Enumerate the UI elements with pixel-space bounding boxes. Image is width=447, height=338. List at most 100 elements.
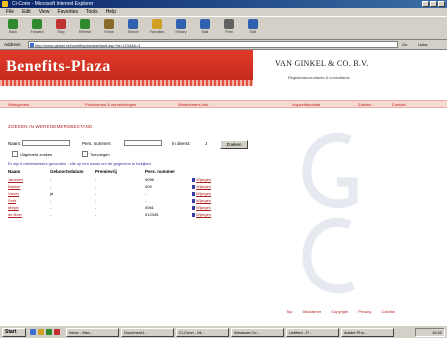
menu-view[interactable]: View xyxy=(39,8,50,16)
row-action-link[interactable]: Wijzigen xyxy=(192,212,211,217)
row-action-link[interactable]: Wijzigen xyxy=(192,191,211,196)
home-button[interactable]: Home xyxy=(100,18,118,38)
table-cell-premievrij: - xyxy=(95,191,97,196)
close-button[interactable] xyxy=(438,1,445,7)
footer-links: Top Disclaimer Copyright Privacy Colofon xyxy=(286,309,395,314)
taskbar-task[interactable]: Untitled - P... xyxy=(286,328,339,337)
menu-tools[interactable]: Tools xyxy=(86,8,98,16)
column-header-name[interactable]: Naam xyxy=(8,169,20,174)
outlook-quicklaunch-icon[interactable] xyxy=(46,329,52,335)
column-header-premievrij[interactable]: Premievrij xyxy=(95,169,117,174)
toolbar-label: Print xyxy=(225,30,233,34)
table-cell-premievrij: - xyxy=(95,184,97,189)
stop-button[interactable]: Stop xyxy=(52,18,70,38)
search-button[interactable]: Search xyxy=(124,18,142,38)
taskbar-task[interactable]: Windows Co... xyxy=(231,328,284,337)
taskbar-task[interactable]: Document1... xyxy=(121,328,174,337)
table-cell-name[interactable]: Meijer xyxy=(8,205,19,210)
menu-favorites[interactable]: Favorites xyxy=(57,8,78,16)
column-header-birth[interactable]: Geboortedatum xyxy=(50,169,84,174)
taskbar-task[interactable]: Adobe Pho... xyxy=(341,328,394,337)
toolbar-label: Refresh xyxy=(78,30,92,34)
number-label: Pers. nummer: xyxy=(82,141,112,146)
toolbar-label: Search xyxy=(127,30,139,34)
table-cell-name[interactable]: Smit xyxy=(8,198,16,203)
table-cell-number: 012345 xyxy=(145,212,159,217)
row-action-link[interactable]: Wijzigen xyxy=(192,198,211,203)
back-button[interactable]: Back xyxy=(4,18,22,38)
table-cell-birth: - xyxy=(50,205,52,210)
nav-link[interactable]: Pensioenen & verzekeringen xyxy=(85,102,136,107)
print-button[interactable]: Print xyxy=(220,18,238,38)
links-button[interactable]: Links xyxy=(418,41,427,48)
window-controls xyxy=(422,1,445,7)
table-cell-name[interactable]: Bakker xyxy=(8,184,20,189)
taskbar-task[interactable]: Ci-Conn - Mi... xyxy=(176,328,229,337)
menu-help[interactable]: Help xyxy=(106,8,116,16)
menu-edit[interactable]: Edit xyxy=(22,8,31,16)
desktop-quicklaunch-icon[interactable] xyxy=(38,329,44,335)
forward-button[interactable]: Forward xyxy=(28,18,46,38)
footer-link[interactable]: Copyright xyxy=(331,309,348,314)
edit-button[interactable]: Edit xyxy=(244,18,262,38)
search-button[interactable]: Zoeken xyxy=(220,140,248,149)
banner-pattern xyxy=(0,80,253,86)
edit-icon xyxy=(192,178,195,182)
name-input[interactable] xyxy=(22,140,70,146)
table-cell-number: 0061 xyxy=(145,205,154,210)
active-value[interactable]: J xyxy=(205,141,207,146)
nav-link[interactable]: Zoeken xyxy=(358,102,371,107)
go-button[interactable]: Go xyxy=(402,41,416,48)
nav-link[interactable]: Contact xyxy=(392,102,406,107)
address-value: http://www.ginkel.nl/benefitsplaza/defau… xyxy=(35,43,141,48)
app-quicklaunch-icon[interactable] xyxy=(54,329,60,335)
column-header-number[interactable]: Pers. nummer xyxy=(145,169,175,174)
footer-link[interactable]: Colofon xyxy=(381,309,395,314)
checkbox-icon xyxy=(82,151,88,157)
footer-link[interactable]: Top xyxy=(286,309,292,314)
footer-link[interactable]: Privacy xyxy=(358,309,371,314)
nav-link[interactable]: Inspectieportaal xyxy=(292,102,320,107)
mail-icon xyxy=(200,19,210,29)
edit-icon xyxy=(192,192,195,196)
table-cell-name[interactable]: de Boer xyxy=(8,212,22,217)
nav-link[interactable]: Werkgevers xyxy=(8,102,29,107)
ie-quicklaunch-icon[interactable] xyxy=(30,329,36,335)
taskbar-task[interactable]: Inbox - Micr... xyxy=(66,328,119,337)
address-label: Address xyxy=(4,42,21,47)
toolbar: Back Forward Stop Refresh Home Search Favorite… xyxy=(0,16,447,40)
history-button[interactable]: History xyxy=(172,18,190,38)
refresh-button[interactable]: Refresh xyxy=(76,18,94,38)
table-cell-name[interactable]: Visser xyxy=(8,191,19,196)
menu-file[interactable]: File xyxy=(6,8,14,16)
footer-link[interactable]: Disclaimer xyxy=(302,309,321,314)
maximize-button[interactable] xyxy=(430,1,437,7)
table-cell-name[interactable]: Janssen xyxy=(8,177,23,182)
results-note: Er zijn 6 medewerkers gevonden - klik op… xyxy=(8,161,151,166)
favorites-button[interactable]: Favorites xyxy=(148,18,166,38)
advanced-search-option[interactable]: Uitgebreid zoeken xyxy=(12,151,52,157)
row-action-link[interactable]: Wijzigen xyxy=(192,177,211,182)
mail-button[interactable]: Mail xyxy=(196,18,214,38)
table-cell-birth: - xyxy=(50,177,52,182)
edit-icon xyxy=(192,199,195,203)
name-label: Naam: xyxy=(8,141,22,146)
toolbar-label: History xyxy=(175,30,187,34)
window-title-bar: Ci-Conn - Microsoft Internet Explorer xyxy=(0,0,447,8)
row-action-link[interactable]: Wijzigen xyxy=(192,205,211,210)
address-bar: Address http://www.ginkel.nl/benefitspla… xyxy=(0,40,447,50)
table-cell-number: 0096 xyxy=(145,177,154,182)
nav-link[interactable]: Werknemers-info xyxy=(178,102,208,107)
favorites-icon xyxy=(152,19,162,29)
table-cell-number: 009 xyxy=(145,184,152,189)
number-input[interactable] xyxy=(124,140,162,146)
start-button[interactable]: Start xyxy=(2,328,26,337)
row-action-link[interactable]: Wijzigen xyxy=(192,184,211,189)
add-option[interactable]: Toevoegen xyxy=(82,151,110,157)
table-cell-premievrij: - xyxy=(95,205,97,210)
site-logo[interactable]: Benefits-Plaza xyxy=(6,58,111,76)
address-input[interactable]: http://www.ginkel.nl/benefitsplaza/defau… xyxy=(28,41,398,48)
toolbar-label: Edit xyxy=(249,30,257,34)
edit-icon xyxy=(192,185,195,189)
minimize-button[interactable] xyxy=(422,1,429,7)
